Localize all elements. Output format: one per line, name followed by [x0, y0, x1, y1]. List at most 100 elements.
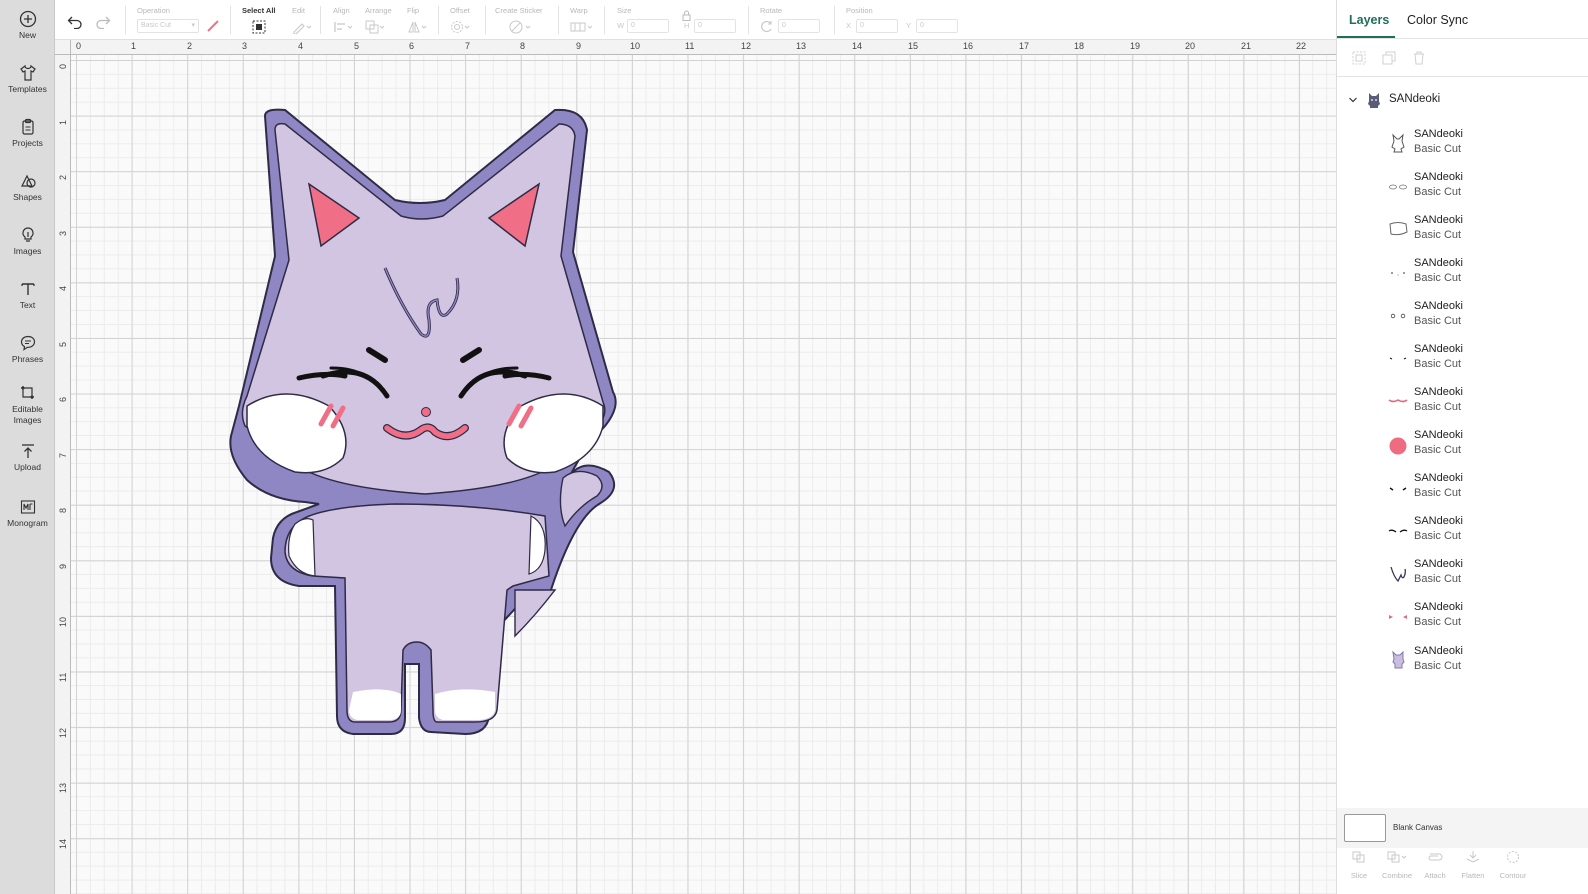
rotate-group: Rotate	[760, 6, 782, 16]
create-sticker-label: Create Sticker	[495, 6, 543, 15]
design-canvas[interactable]: 0 1 2 3 4 5 6 7 8 9 10 11 12 13 14 15 16…	[55, 40, 1336, 894]
cat-nose-layer[interactable]	[421, 407, 431, 417]
layer-item[interactable]: SANdeoki Basic Cut	[1381, 126, 1581, 166]
size-w-input[interactable]: 0	[627, 19, 669, 33]
sidebar-item-upload[interactable]: Upload	[0, 442, 55, 473]
left-sidebar: New Templates Projects Shapes Images Tex…	[0, 0, 55, 894]
ruler-tick: 10	[630, 41, 641, 51]
layer-item[interactable]: SANdeoki Basic Cut	[1381, 298, 1581, 338]
slice-button[interactable]: Slice	[1341, 850, 1377, 880]
layer-item[interactable]: SANdeoki Basic Cut	[1381, 427, 1581, 467]
offset-icon	[451, 21, 470, 33]
sidebar-item-label: Templates	[8, 84, 47, 94]
sandeoki-cat-artwork[interactable]	[225, 106, 635, 736]
layer-item[interactable]: SANdeoki Basic Cut	[1381, 255, 1581, 295]
rotate-value: 0	[782, 22, 786, 29]
ruler-tick: 12	[58, 727, 68, 738]
ruler-tick: 13	[58, 782, 68, 793]
warp-group[interactable]: Warp	[570, 6, 596, 34]
layer-item[interactable]: SANdeoki Basic Cut	[1381, 384, 1581, 424]
toolbar-divider	[230, 6, 231, 34]
layer-operation: Basic Cut	[1414, 444, 1462, 456]
layer-item[interactable]: SANdeoki Basic Cut	[1381, 470, 1581, 510]
ruler-tick: 13	[796, 41, 807, 51]
layer-item[interactable]: SANdeoki Basic Cut	[1381, 212, 1581, 252]
flatten-button[interactable]: Flatten	[1455, 850, 1491, 880]
sidebar-item-shapes[interactable]: Shapes	[0, 172, 55, 203]
arrange-group[interactable]: Arrange	[365, 6, 392, 34]
warp-icon	[570, 22, 593, 32]
layer-name: SANdeoki	[1414, 128, 1463, 140]
operation-select[interactable]: Basic Cut ▾	[137, 19, 199, 33]
upload-icon	[21, 444, 34, 458]
offset-group[interactable]: Offset	[450, 6, 472, 34]
layer-group-row[interactable]: SANdeoki	[1345, 88, 1585, 112]
divider	[1337, 38, 1588, 39]
sidebar-item-label: Images	[13, 246, 42, 256]
size-w-value: 0	[631, 22, 635, 29]
ruler-tick: 3	[242, 41, 248, 51]
flip-group[interactable]: Flip	[407, 6, 429, 34]
sidebar-item-images[interactable]: Images	[0, 226, 55, 257]
position-x-input[interactable]: 0	[856, 19, 898, 33]
monogram-icon	[20, 500, 35, 514]
undo-button[interactable]	[65, 12, 85, 32]
cat-thumb-icon	[1392, 650, 1405, 669]
layer-item[interactable]: SANdeoki Basic Cut	[1381, 599, 1581, 639]
operation-color-swatch[interactable]	[206, 19, 220, 33]
ruler-tick: 4	[298, 41, 304, 51]
align-group[interactable]: Align	[333, 6, 355, 34]
sidebar-item-templates[interactable]: Templates	[0, 64, 55, 95]
combine-button[interactable]: Combine	[1379, 850, 1415, 880]
tab-color-sync[interactable]: Color Sync	[1407, 13, 1468, 27]
ears-thumb-icon	[1389, 615, 1407, 619]
slice-label: Slice	[1350, 871, 1368, 880]
sidebar-item-new[interactable]: New	[0, 10, 55, 41]
pen-icon	[207, 20, 219, 32]
size-h-label: H	[684, 21, 690, 30]
blank-canvas-swatch[interactable]	[1344, 814, 1386, 842]
rotate-input[interactable]: 0	[778, 19, 820, 33]
chevron-down-icon: ▾	[191, 22, 195, 29]
select-all-group[interactable]: Select All	[242, 6, 276, 34]
layer-name: SANdeoki	[1414, 429, 1463, 441]
ruler-tick: 18	[1074, 41, 1085, 51]
layer-item[interactable]: SANdeoki Basic Cut	[1381, 513, 1581, 553]
layer-item[interactable]: SANdeoki Basic Cut	[1381, 341, 1581, 381]
dots-thumb-icon	[1391, 272, 1405, 276]
layer-operation: Basic Cut	[1414, 573, 1462, 585]
ruler-tick: 19	[1130, 41, 1141, 51]
chevron-down-icon[interactable]	[1348, 95, 1358, 105]
position-y-input[interactable]: 0	[916, 19, 958, 33]
duplicate-button[interactable]	[1381, 50, 1397, 66]
edit-group[interactable]: Edit	[292, 6, 312, 34]
contour-button[interactable]: Contour	[1495, 850, 1531, 880]
sidebar-item-phrases[interactable]: Phrases	[0, 334, 55, 365]
layer-item[interactable]: SANdeoki Basic Cut	[1381, 556, 1581, 596]
layer-item[interactable]: SANdeoki Basic Cut	[1381, 169, 1581, 209]
sidebar-item-projects[interactable]: Projects	[0, 118, 55, 149]
outline-thumb-icon	[1391, 133, 1405, 153]
brows-thumb-icon	[1389, 357, 1407, 360]
delete-button[interactable]	[1411, 50, 1427, 66]
ruler-tick: 3	[58, 230, 68, 236]
layer-operation: Basic Cut	[1414, 358, 1462, 370]
blank-canvas-row[interactable]: Blank Canvas	[1337, 808, 1588, 848]
toolbar-divider	[438, 6, 439, 34]
group-layers-button[interactable]	[1351, 50, 1367, 66]
layer-operation: Basic Cut	[1414, 616, 1462, 628]
sidebar-item-monogram[interactable]: Monogram	[0, 498, 55, 529]
sidebar-item-text[interactable]: Text	[0, 280, 55, 311]
editable-image-icon	[20, 386, 34, 399]
size-h-input[interactable]: 0	[694, 19, 736, 33]
sidebar-item-label: Shapes	[13, 192, 42, 202]
attach-button[interactable]: Attach	[1417, 850, 1453, 880]
create-sticker-group[interactable]: Create Sticker	[495, 6, 543, 34]
tab-layers[interactable]: Layers	[1349, 13, 1389, 27]
sidebar-item-label: Projects	[12, 138, 43, 148]
layer-name: SANdeoki	[1414, 257, 1463, 269]
sidebar-item-editable-images[interactable]: Editable Images	[0, 384, 55, 426]
layer-item[interactable]: SANdeoki Basic Cut	[1381, 643, 1581, 683]
redo-button[interactable]	[93, 12, 113, 32]
toolbar-divider	[320, 6, 321, 34]
